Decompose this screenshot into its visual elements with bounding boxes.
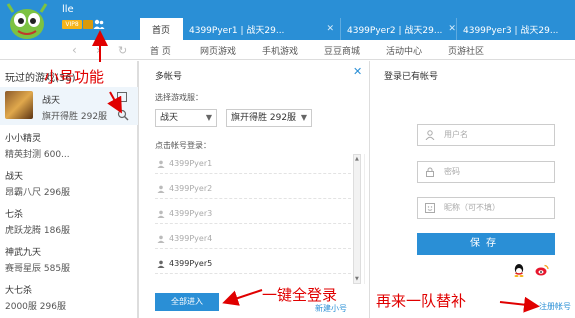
- annotation-small-account: 小号功能: [44, 68, 105, 86]
- title-bar: lle VIP8 首页 4399Pyer1 | 战天29... ✕ 4399Py…: [0, 0, 575, 40]
- all-login-button[interactable]: 全部进入: [155, 293, 219, 311]
- nav-link-store[interactable]: 豆豆商城: [324, 44, 360, 57]
- game-server: 2000服 296服: [5, 302, 66, 312]
- multi-account-popup: 多帐号 ✕ 选择游戏服： 战天 ▼ 旗开得胜 292服 ▼ 点击帐号登录： 43…: [138, 61, 370, 318]
- tab-game-2[interactable]: 4399Pyer2 | 战天29... ✕: [341, 18, 457, 40]
- user-icon: [425, 130, 435, 140]
- game-select[interactable]: 战天 ▼: [155, 109, 217, 127]
- app-window: lle VIP8 首页 4399Pyer1 | 战天29... ✕ 4399Py…: [0, 0, 575, 318]
- click-account-label: 点击帐号登录：: [155, 141, 211, 150]
- server-select-value: 旗开得胜 292服: [231, 113, 297, 123]
- select-server-label: 选择游戏服：: [155, 93, 203, 102]
- vip-badge: VIP8: [62, 20, 82, 29]
- weibo-icon[interactable]: [535, 263, 549, 277]
- tab-home[interactable]: 首页: [140, 18, 183, 40]
- tab-game-1[interactable]: 4399Pyer1 | 战天29... ✕: [183, 18, 341, 40]
- game-name: 小小精灵: [5, 134, 42, 144]
- account-item[interactable]: 4399Pyer3: [155, 204, 351, 224]
- chevron-down-icon: ▼: [205, 113, 212, 122]
- account-item[interactable]: 4399Pyer4: [155, 229, 351, 249]
- user-icon: [157, 210, 165, 218]
- user-icon: [157, 185, 165, 193]
- tab-label: 4399Pyer3 | 战天29...: [463, 25, 559, 36]
- game-name: 战天: [42, 96, 61, 106]
- nav-bar: ‹ › ↻ 首 页 网页游戏 手机游戏 豆豆商城 活动中心 页游社区: [0, 40, 575, 60]
- annotation-one-click-login: 一键全登录: [262, 286, 338, 304]
- account-name: 4399Pyer3: [169, 209, 213, 218]
- game-thumbnail: [5, 91, 33, 119]
- qq-icon[interactable]: [512, 263, 526, 277]
- register-link[interactable]: 注册帐号: [539, 301, 571, 312]
- nav-link-mobile-games[interactable]: 手机游戏: [262, 44, 298, 57]
- annotation-substitute: 再来一队替补: [376, 292, 467, 310]
- username[interactable]: lle: [62, 4, 74, 15]
- game-server: 旗开得胜 292服: [42, 112, 108, 122]
- tab-label: 4399Pyer1 | 战天29...: [189, 25, 285, 36]
- game-select-value: 战天: [160, 113, 179, 123]
- nickname-placeholder: 昵称（可不填）: [444, 203, 500, 212]
- tab-label: 首页: [151, 25, 170, 36]
- tab-game-3[interactable]: 4399Pyer3 | 战天29...: [457, 18, 575, 40]
- game-name: 战天: [5, 172, 24, 182]
- list-item[interactable]: 战天 昂霸八尺 296服: [5, 169, 130, 198]
- account-name: 4399Pyer4: [169, 234, 213, 243]
- popup-title: 多帐号: [155, 72, 183, 82]
- login-title: 登录已有帐号: [384, 72, 439, 82]
- list-item[interactable]: 战天 旗开得胜 292服: [0, 87, 138, 125]
- chevron-down-icon: ▼: [300, 113, 307, 122]
- username-placeholder: 用户名: [444, 130, 468, 139]
- game-server: 虎跃龙腾 186服: [5, 226, 71, 236]
- close-icon[interactable]: ✕: [448, 24, 456, 34]
- user-icon: [157, 160, 165, 168]
- game-name: 神武九天: [5, 248, 42, 258]
- list-item[interactable]: 七杀 虎跃龙腾 186服: [5, 207, 130, 236]
- account-item[interactable]: 4399Pyer5: [155, 254, 351, 274]
- search-icon[interactable]: [117, 109, 129, 121]
- nav-link-web-games[interactable]: 网页游戏: [200, 44, 236, 57]
- nickname-field[interactable]: 昵称（可不填）: [417, 197, 555, 219]
- scroll-up-icon[interactable]: ▲: [355, 156, 359, 162]
- close-icon[interactable]: ✕: [353, 65, 362, 78]
- account-name: 4399Pyer1: [169, 159, 213, 168]
- account-list: 4399Pyer1 4399Pyer2 4399Pyer3 4399Pyer4 …: [155, 154, 365, 284]
- vip-level-icon: [83, 20, 93, 29]
- account-name: 4399Pyer5: [169, 259, 213, 268]
- list-item[interactable]: 大七杀 2000服 296服: [5, 283, 130, 312]
- scrollbar[interactable]: ▲ ▼: [353, 154, 361, 284]
- server-select[interactable]: 旗开得胜 292服 ▼: [226, 109, 312, 127]
- account-item[interactable]: 4399Pyer1: [155, 154, 351, 174]
- user-icon: [157, 260, 165, 268]
- tab-label: 4399Pyer2 | 战天29...: [347, 25, 443, 36]
- account-name: 4399Pyer2: [169, 184, 213, 193]
- game-name: 大七杀: [5, 286, 33, 296]
- game-name: 七杀: [5, 210, 24, 220]
- game-server: 精英封测 600...: [5, 150, 70, 160]
- nav-link-community[interactable]: 页游社区: [448, 44, 484, 57]
- account-item[interactable]: 4399Pyer2: [155, 179, 351, 199]
- logo-icon: [6, 3, 48, 39]
- small-account-icon[interactable]: [93, 18, 105, 30]
- list-item[interactable]: 小小精灵 精英封测 600...: [5, 131, 130, 160]
- lock-icon: [426, 167, 434, 177]
- close-icon[interactable]: ✕: [326, 24, 334, 34]
- username-field[interactable]: 用户名: [417, 124, 555, 146]
- password-field[interactable]: 密码: [417, 161, 555, 183]
- list-icon[interactable]: [117, 92, 127, 102]
- login-panel: 登录已有帐号 用户名 密码 昵称（可不填） 保存 注册帐号: [372, 61, 575, 318]
- user-icon: [157, 235, 165, 243]
- back-icon[interactable]: ‹: [72, 43, 77, 57]
- game-server: 赛哥星辰 585服: [5, 264, 71, 274]
- played-games-panel: 玩过的游戏(36) 战天 旗开得胜 292服 小小精灵 精英封测 600... …: [0, 61, 138, 318]
- game-server: 昂霸八尺 296服: [5, 188, 71, 198]
- list-item[interactable]: 神武九天 赛哥星辰 585服: [5, 245, 130, 274]
- save-button[interactable]: 保存: [417, 233, 555, 255]
- refresh-icon[interactable]: ↻: [118, 44, 127, 57]
- tab-strip: 首页 4399Pyer1 | 战天29... ✕ 4399Pyer2 | 战天2…: [140, 18, 575, 40]
- password-placeholder: 密码: [444, 167, 460, 176]
- forward-icon[interactable]: ›: [96, 43, 101, 57]
- scroll-down-icon[interactable]: ▼: [355, 276, 359, 282]
- nav-link-events[interactable]: 活动中心: [386, 44, 422, 57]
- nav-link-home[interactable]: 首 页: [150, 44, 171, 57]
- smiley-icon: [425, 203, 435, 213]
